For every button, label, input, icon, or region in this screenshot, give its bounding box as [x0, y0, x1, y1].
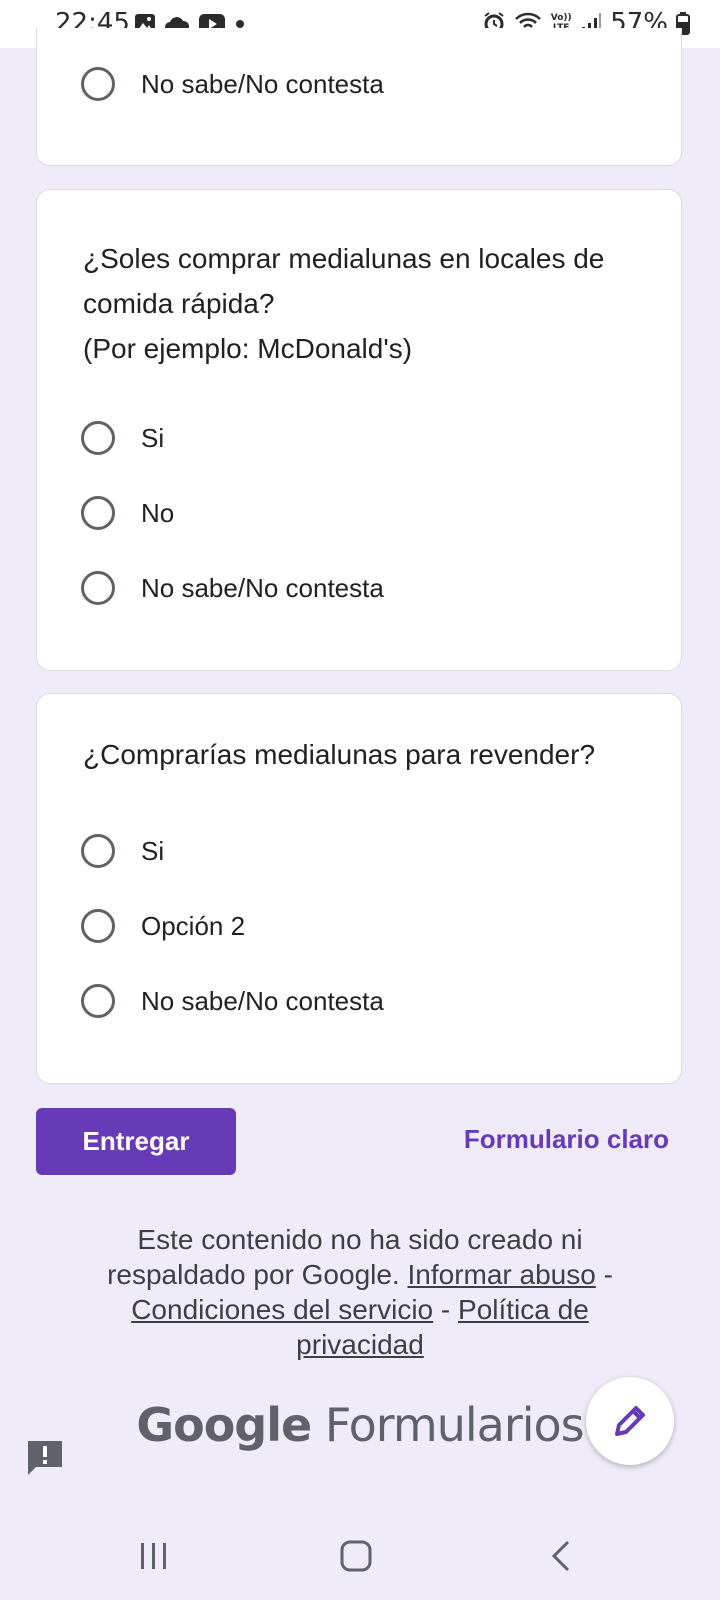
pencil-icon: [615, 1406, 645, 1436]
radio-button[interactable]: [81, 984, 115, 1018]
radio-button[interactable]: [81, 571, 115, 605]
question-title: ¿Soles comprar medialunas en locales de …: [83, 243, 605, 364]
option-label: No sabe/No contesta: [141, 572, 384, 603]
radio-option[interactable]: Opción 2: [81, 904, 245, 948]
clear-form-link[interactable]: Formulario claro: [464, 1124, 669, 1155]
radio-button[interactable]: [81, 909, 115, 943]
option-label: Opción 2: [141, 910, 246, 941]
question-card-previous: No sabe/No contesta: [36, 28, 682, 166]
radio-option[interactable]: No sabe/No contesta: [81, 566, 384, 610]
radio-option[interactable]: No sabe/No contesta: [81, 979, 384, 1023]
question-title: ¿Comprarías medialunas para revender?: [83, 739, 596, 770]
separator: -: [603, 1259, 613, 1290]
radio-button[interactable]: [81, 421, 115, 455]
radio-option[interactable]: No: [81, 491, 174, 535]
terms-link[interactable]: Condiciones del servicio: [131, 1294, 433, 1325]
report-icon[interactable]: [25, 1438, 65, 1483]
option-label: No sabe/No contesta: [141, 985, 384, 1016]
recent-apps-icon[interactable]: [136, 1538, 172, 1574]
option-label: No sabe/No contesta: [141, 68, 384, 99]
back-icon[interactable]: [544, 1538, 580, 1574]
submit-button[interactable]: Entregar: [36, 1108, 236, 1175]
edit-fab-button[interactable]: [586, 1377, 674, 1465]
separator: -: [440, 1294, 451, 1325]
report-abuse-link[interactable]: Informar abuso: [408, 1259, 596, 1290]
radio-option[interactable]: Si: [81, 416, 164, 460]
option-label: Si: [141, 422, 165, 453]
radio-button[interactable]: [81, 496, 115, 530]
radio-option[interactable]: Si: [81, 829, 164, 873]
system-navigation-bar: [0, 1520, 720, 1600]
brand-product: Formularios: [324, 1398, 585, 1452]
brand-google: Google: [136, 1398, 312, 1452]
option-label: No: [141, 497, 175, 528]
radio-button[interactable]: [81, 67, 115, 101]
radio-button[interactable]: [81, 834, 115, 868]
option-label: Si: [141, 835, 165, 866]
home-icon[interactable]: [338, 1538, 374, 1574]
question-card-resell: ¿Comprarías medialunas para revender? Si…: [36, 693, 682, 1084]
radio-option[interactable]: No sabe/No contesta: [81, 62, 384, 106]
question-card-fast-food: ¿Soles comprar medialunas en locales de …: [36, 189, 682, 671]
footer-disclaimer: Este contenido no ha sido creado ni resp…: [70, 1222, 650, 1362]
